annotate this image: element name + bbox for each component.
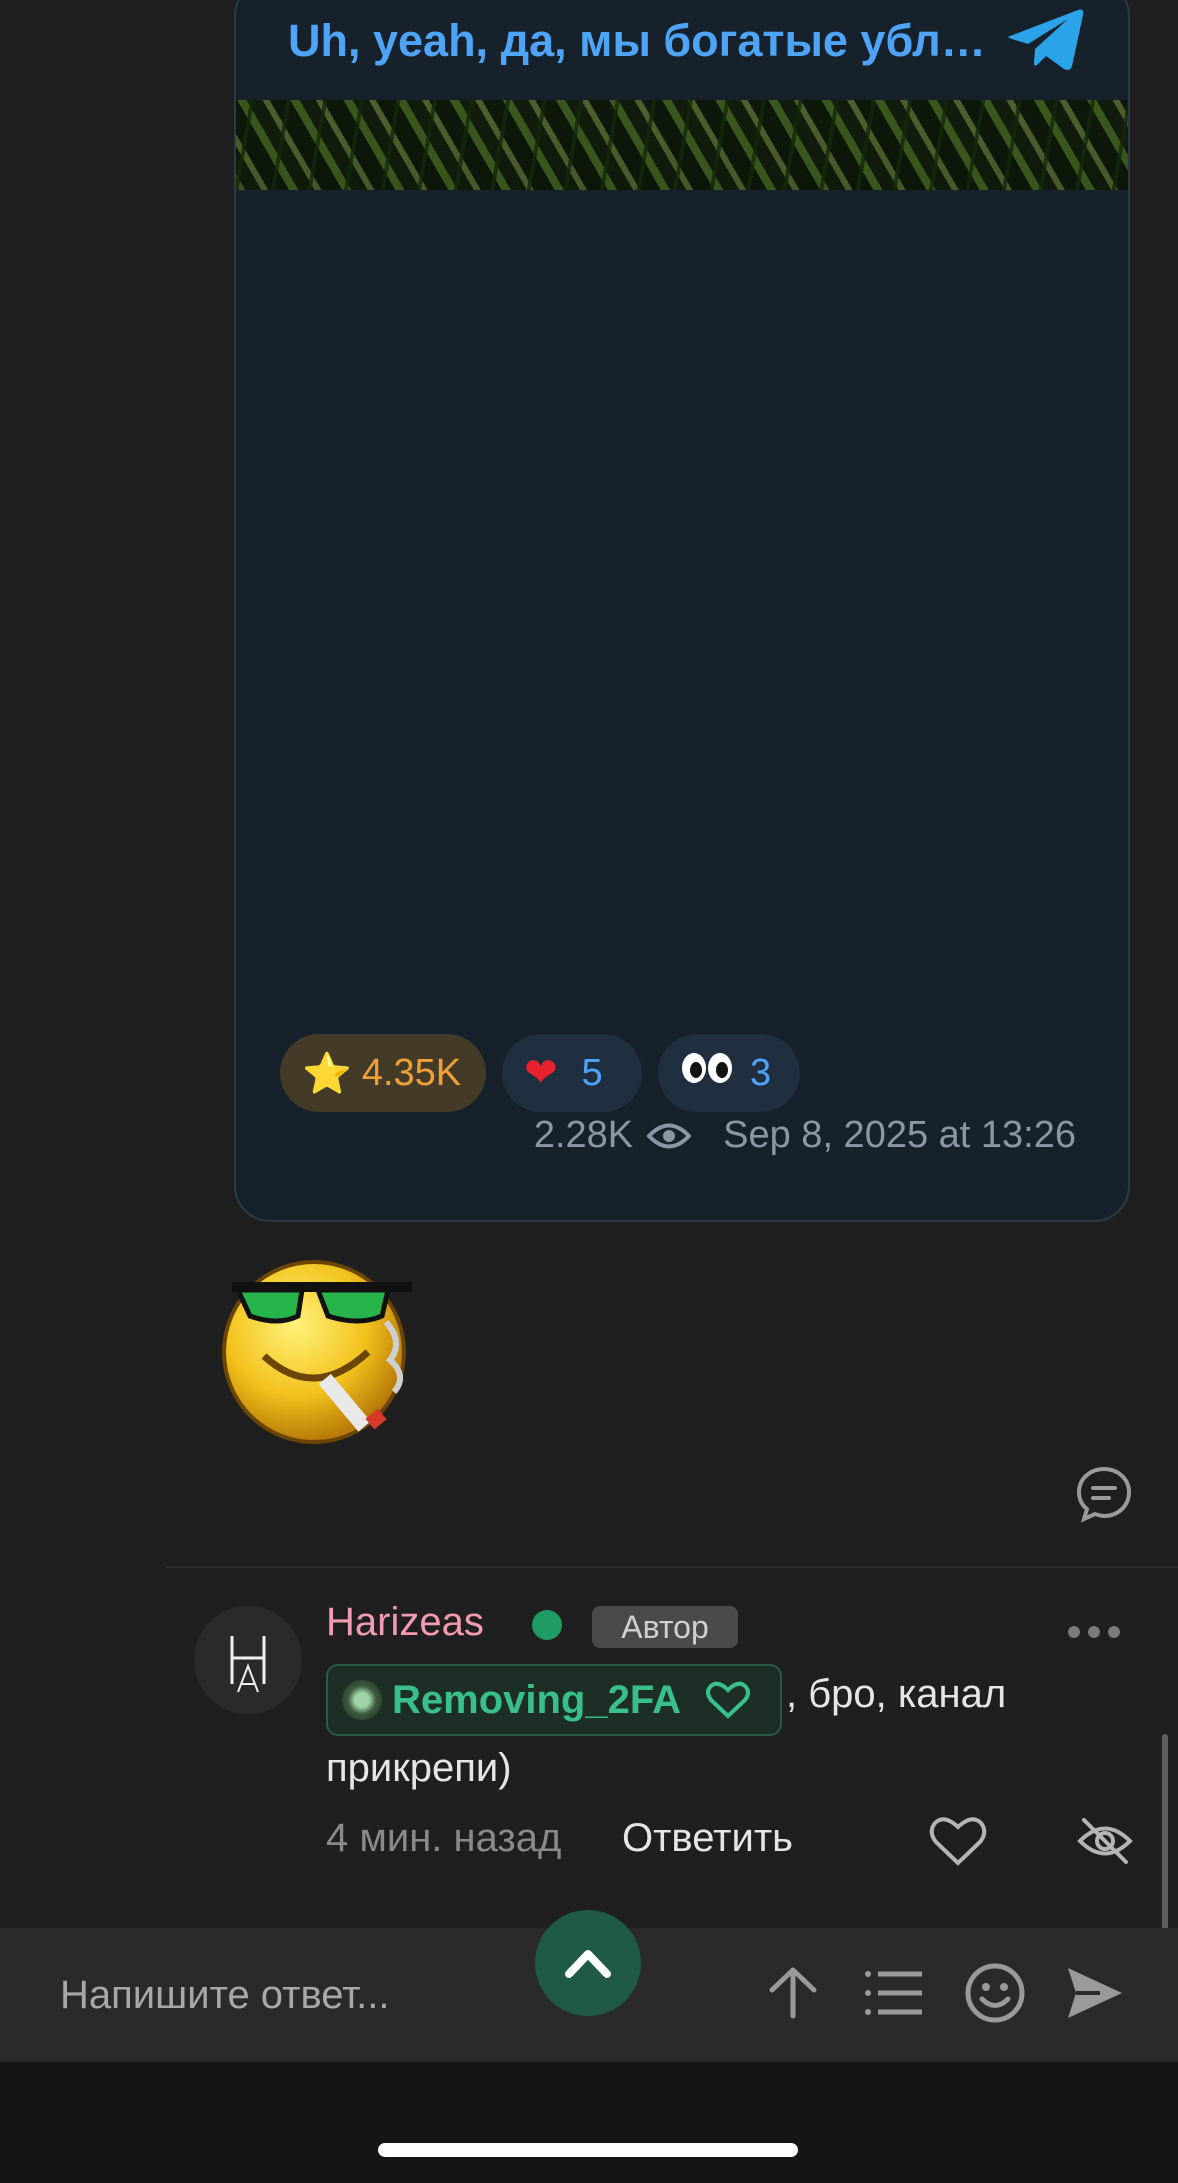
post-image[interactable]: [236, 100, 1128, 190]
scrollbar[interactable]: [1162, 1734, 1168, 1950]
reaction-count: 4.35K: [361, 1051, 462, 1094]
online-status-indicator: [532, 1610, 562, 1640]
eyes-icon: [680, 1050, 734, 1096]
chevron-up-icon: [565, 1950, 611, 1978]
comment-timestamp: 4 мин. назад: [326, 1816, 562, 1860]
list-icon[interactable]: [862, 1962, 924, 2024]
comment-bubble-icon[interactable]: [1075, 1465, 1133, 1523]
like-heart-icon[interactable]: [928, 1814, 988, 1868]
heart-icon: ❤: [524, 1050, 558, 1096]
views-icon: [647, 1123, 692, 1148]
home-indicator[interactable]: [378, 2143, 798, 2157]
reaction-eyes[interactable]: 3: [658, 1034, 800, 1112]
telegram-icon: [1008, 9, 1084, 70]
post-media-area[interactable]: [236, 190, 1128, 990]
mention-avatar: [342, 1680, 382, 1720]
star-icon: ⭐: [302, 1050, 352, 1097]
reply-input[interactable]: Напишите ответ...: [60, 1973, 389, 2018]
author-badge: Автор: [592, 1606, 738, 1648]
eye-off-icon[interactable]: [1076, 1812, 1134, 1870]
comment-text: , бро, канал: [786, 1672, 1007, 1716]
user-mention[interactable]: Removing_2FA: [326, 1664, 782, 1736]
post-date: Sep 8, 2025 at 13:26: [723, 1114, 1076, 1156]
send-icon[interactable]: [1064, 1962, 1126, 2024]
telegram-post-card[interactable]: Uh, yeah, да, мы богатые ублюдки ⭐ 4.35K…: [234, 0, 1130, 1222]
reaction-count: 3: [750, 1051, 772, 1094]
emoji-icon[interactable]: [964, 1962, 1026, 2024]
telegram-post-title[interactable]: Uh, yeah, да, мы богатые ублюдки: [288, 15, 988, 67]
mention-username: Removing_2FA: [392, 1677, 681, 1722]
reactions-row: ⭐ 4.35K ❤ 5 3: [280, 1034, 800, 1112]
more-options-icon[interactable]: [1068, 1626, 1120, 1638]
scroll-to-top-button[interactable]: [535, 1910, 641, 2016]
comment-author[interactable]: Harizeas: [326, 1600, 484, 1645]
views-count: 2.28K: [533, 1114, 634, 1156]
telegram-post-header[interactable]: Uh, yeah, да, мы богатые ублюдки: [236, 0, 1128, 100]
page: Uh, yeah, да, мы богатые ублюдки ⭐ 4.35K…: [0, 0, 1178, 2183]
cool-smiley-sticker[interactable]: [218, 1252, 414, 1448]
comment-text-continued: прикрепи): [326, 1746, 512, 1790]
reaction-star[interactable]: ⭐ 4.35K: [280, 1034, 486, 1112]
reaction-count: 5: [581, 1051, 603, 1094]
heart-outline-icon: [705, 1681, 750, 1719]
arrow-up-icon[interactable]: [762, 1962, 824, 2024]
reaction-heart[interactable]: ❤ 5: [502, 1034, 642, 1112]
post-meta: 2.28K Sep 8, 2025 at 13:26: [534, 1114, 1076, 1157]
bottom-safe-area: [0, 2062, 1178, 2183]
avatar[interactable]: [194, 1606, 302, 1714]
divider: [166, 1566, 1178, 1568]
reply-button[interactable]: Ответить: [622, 1816, 793, 1861]
